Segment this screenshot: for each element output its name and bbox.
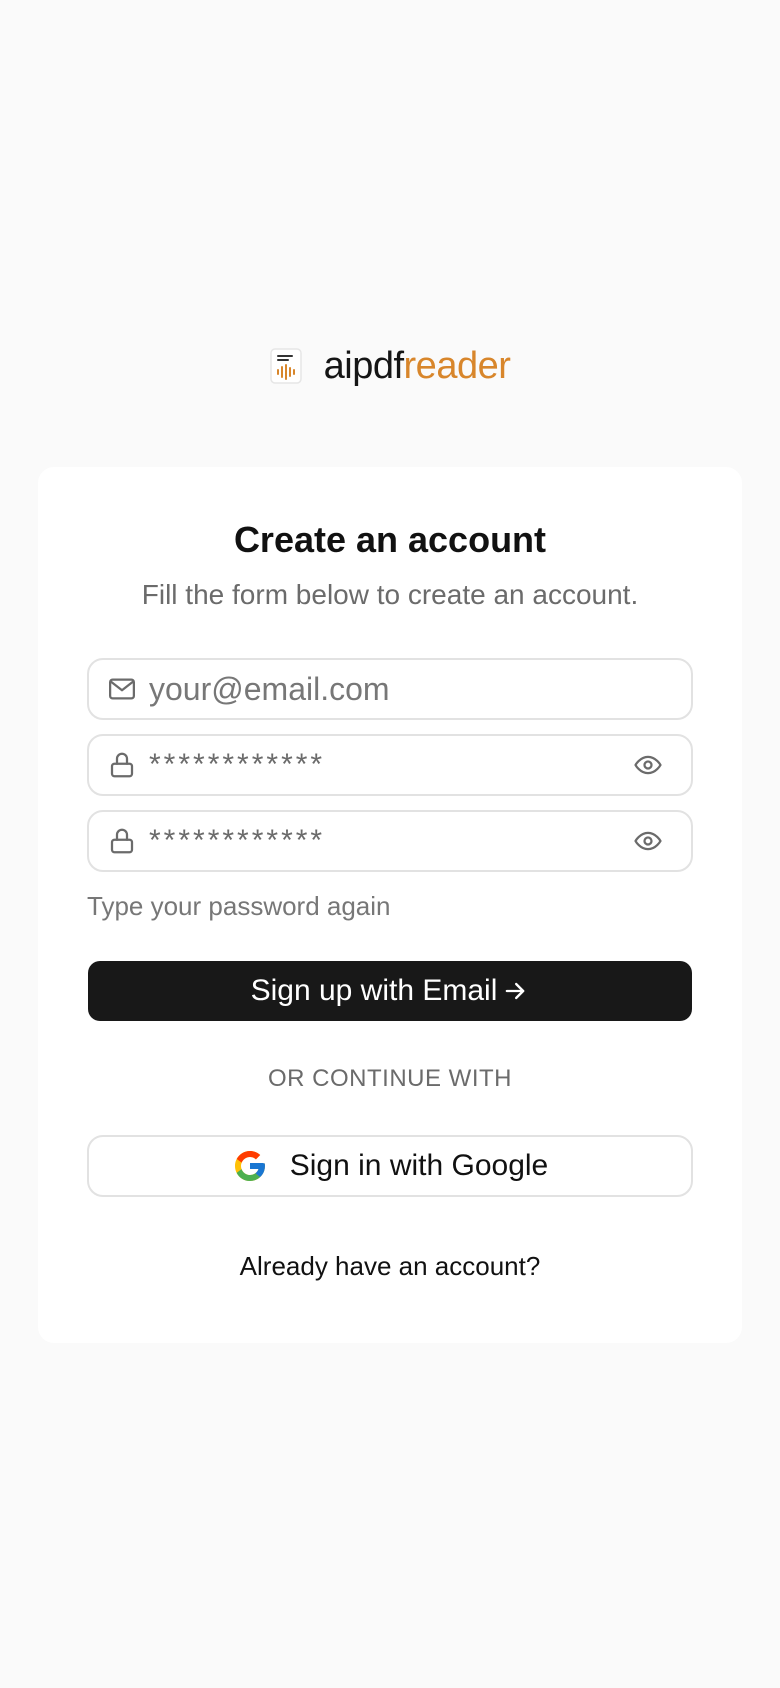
already-have-account-link[interactable]: Already have an account? <box>38 1251 742 1282</box>
page-subtitle: Fill the form below to create an account… <box>141 579 639 610</box>
eye-icon[interactable] <box>633 826 663 856</box>
brand-header: aipdfreader <box>0 344 780 388</box>
brand-logo-group: aipdfreader <box>269 344 511 388</box>
sign-in-google-label: Sign in with Google <box>289 1149 549 1182</box>
document-audio-icon <box>269 348 302 384</box>
brand-name: aipdfreader <box>324 344 511 388</box>
password-input[interactable] <box>149 748 633 782</box>
signup-card: Create an account Fill the form below to… <box>38 467 742 1343</box>
confirm-password-input[interactable] <box>149 824 633 858</box>
email-field[interactable] <box>87 658 693 720</box>
confirm-password-hint: Type your password again <box>87 891 391 921</box>
lock-icon <box>110 752 134 778</box>
lock-icon <box>110 828 134 854</box>
arrow-right-icon <box>506 982 525 1000</box>
confirm-password-field[interactable] <box>87 810 693 872</box>
brand-name-suffix: reader <box>403 345 511 387</box>
sign-up-email-label: Sign up with Email <box>250 974 498 1007</box>
or-continue-divider: OR CONTINUE WITH <box>268 1065 512 1092</box>
brand-name-prefix: aipdf <box>323 345 404 387</box>
sign-in-google-button[interactable]: Sign in with Google <box>87 1135 693 1197</box>
mail-icon <box>109 678 135 700</box>
google-icon <box>234 1151 265 1181</box>
email-input[interactable] <box>149 670 691 708</box>
eye-icon[interactable] <box>633 750 663 780</box>
password-field[interactable] <box>87 734 693 796</box>
page-title: Create an account <box>233 519 547 560</box>
sign-up-email-button[interactable]: Sign up with Email <box>88 961 692 1021</box>
